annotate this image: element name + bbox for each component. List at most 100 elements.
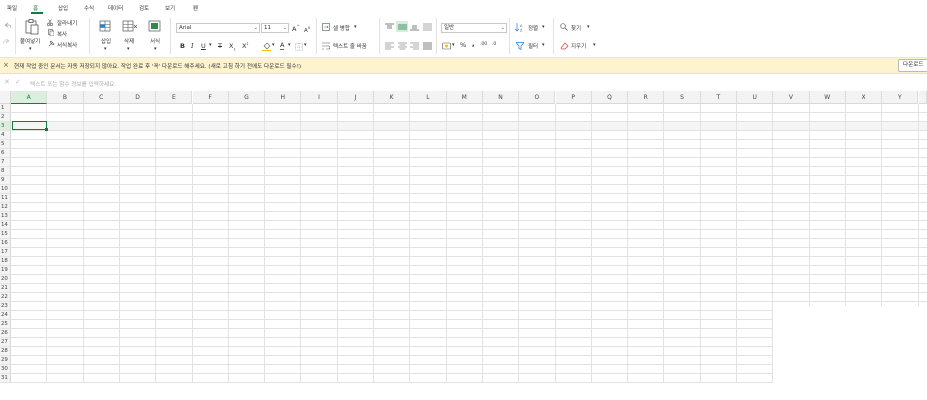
filter-dropdown[interactable]: ▾ <box>542 42 545 48</box>
superscript-icon[interactable]: X1 <box>242 42 249 50</box>
fill-color-icon[interactable] <box>262 42 271 51</box>
column-header-r[interactable]: R <box>628 91 665 104</box>
row-header-22[interactable]: 22 <box>0 293 11 302</box>
number-format-select[interactable]: 일반 ⌄ <box>441 23 507 33</box>
paste-dropdown[interactable]: ▾ <box>29 46 32 52</box>
column-header-d[interactable]: D <box>119 91 157 104</box>
column-header-x[interactable]: X <box>845 91 883 104</box>
comma-icon[interactable]: , <box>472 40 475 48</box>
row-header-20[interactable]: 20 <box>0 275 11 284</box>
decrease-font-icon[interactable]: Av <box>304 25 310 34</box>
bold-icon[interactable]: B <box>180 42 185 50</box>
row-header-23[interactable]: 23 <box>0 302 11 311</box>
decrease-decimal-icon[interactable]: .0 <box>492 42 496 47</box>
underline-icon[interactable]: U <box>201 42 206 50</box>
underline-dropdown[interactable]: ▾ <box>209 42 212 48</box>
font-color-icon[interactable]: A <box>280 41 285 50</box>
merge-dropdown[interactable]: ▾ <box>354 24 357 30</box>
row-header-10[interactable]: 10 <box>0 185 11 194</box>
column-header-j[interactable]: J <box>337 91 374 104</box>
font-name-select[interactable]: Arial ⌄ <box>176 23 260 33</box>
row-header-1[interactable]: 1 <box>0 104 11 113</box>
column-header-w[interactable]: W <box>809 91 846 104</box>
find-button[interactable]: 찾기 <box>571 24 581 32</box>
borders-icon[interactable] <box>295 43 303 51</box>
filter-button[interactable]: 필터 <box>528 42 538 50</box>
row-header-9[interactable]: 9 <box>0 176 11 185</box>
column-header-t[interactable]: T <box>700 91 737 104</box>
font-color-dropdown[interactable]: ▾ <box>288 42 291 48</box>
fill-color-dropdown[interactable]: ▾ <box>272 42 275 48</box>
column-header-p[interactable]: P <box>555 91 592 104</box>
percent-icon[interactable]: % <box>460 41 466 49</box>
insert-button[interactable]: 삽입 <box>101 37 111 45</box>
format-painter-button[interactable]: 서식복사 <box>57 41 77 49</box>
column-header-g[interactable]: G <box>228 91 266 104</box>
redo-icon[interactable] <box>3 38 11 46</box>
row-header-21[interactable]: 21 <box>0 284 11 293</box>
subscript-icon[interactable]: X1 <box>229 42 236 51</box>
row-header-14[interactable]: 14 <box>0 221 11 230</box>
menu-home[interactable]: 홈 <box>33 4 38 12</box>
column-header-c[interactable]: C <box>83 91 120 104</box>
active-cell[interactable] <box>12 121 47 130</box>
distributed-icon[interactable] <box>423 42 432 50</box>
column-header-k[interactable]: K <box>374 91 411 104</box>
formula-input[interactable]: 텍스트 또는 함수 정보를 입력하세요. <box>30 80 116 88</box>
column-header-f[interactable]: F <box>192 91 229 104</box>
align-bottom-icon[interactable] <box>410 23 419 31</box>
column-header-y[interactable]: Y <box>882 91 919 104</box>
row-header-16[interactable]: 16 <box>0 239 11 248</box>
delete-button[interactable]: 삭제 <box>124 37 134 45</box>
clear-dropdown[interactable]: ▾ <box>593 42 596 48</box>
row-header-26[interactable]: 26 <box>0 329 11 338</box>
column-header-m[interactable]: M <box>446 91 483 104</box>
row-header-18[interactable]: 18 <box>0 257 11 266</box>
find-dropdown[interactable]: ▾ <box>587 24 590 30</box>
italic-icon[interactable]: I <box>191 42 194 50</box>
menu-insert[interactable]: 삽입 <box>58 4 68 12</box>
delete-dropdown[interactable]: ▾ <box>127 46 130 52</box>
borders-dropdown[interactable]: ▾ <box>304 42 307 48</box>
strikethrough-icon[interactable]: T <box>218 42 222 50</box>
increase-decimal-icon[interactable]: .00 <box>480 42 487 47</box>
row-header-27[interactable]: 27 <box>0 338 11 347</box>
justify-icon[interactable] <box>423 23 432 31</box>
row-header-13[interactable]: 13 <box>0 212 11 221</box>
sort-button[interactable]: 정렬 <box>528 24 538 32</box>
menu-view[interactable]: 보기 <box>165 4 175 12</box>
download-button[interactable]: 다운로드 <box>898 59 927 72</box>
column-header-e[interactable]: E <box>156 91 193 104</box>
align-top-icon[interactable] <box>385 23 394 31</box>
column-header-q[interactable]: Q <box>591 91 629 104</box>
row-header-11[interactable]: 11 <box>0 194 11 203</box>
font-size-select[interactable]: 11 ⌄ <box>261 23 289 33</box>
merge-button[interactable]: 셀 병합 <box>333 24 350 32</box>
column-header-i[interactable]: I <box>301 91 338 104</box>
currency-dropdown[interactable]: ▾ <box>452 42 455 48</box>
paste-button[interactable]: 붙여넣기 <box>20 37 40 45</box>
increase-font-icon[interactable]: A^ <box>292 24 300 33</box>
close-icon[interactable]: ✕ <box>4 78 10 86</box>
row-header-7[interactable]: 7 <box>0 158 11 167</box>
column-header-u[interactable]: U <box>737 91 774 104</box>
format-button[interactable]: 서식 <box>150 37 160 45</box>
row-header-28[interactable]: 28 <box>0 347 11 356</box>
row-header-31[interactable]: 31 <box>0 374 11 383</box>
row-header-6[interactable]: 6 <box>0 149 11 158</box>
format-dropdown[interactable]: ▾ <box>154 46 157 52</box>
row-header-4[interactable]: 4 <box>0 131 11 140</box>
row-header-24[interactable]: 24 <box>0 311 11 320</box>
undo-icon[interactable] <box>3 22 11 30</box>
column-header-s[interactable]: S <box>664 91 701 104</box>
column-header-h[interactable]: H <box>265 91 302 104</box>
menu-file[interactable]: 파일 <box>7 4 17 12</box>
row-header-3[interactable]: 3 <box>0 122 11 131</box>
clear-button[interactable]: 지우기 <box>571 42 586 50</box>
column-header-b[interactable]: B <box>47 91 84 104</box>
row-header-25[interactable]: 25 <box>0 320 11 329</box>
row-header-29[interactable]: 29 <box>0 356 11 365</box>
row-header-30[interactable]: 30 <box>0 365 11 374</box>
select-all-corner[interactable] <box>0 91 11 104</box>
menu-formulas[interactable]: 수식 <box>84 4 94 12</box>
